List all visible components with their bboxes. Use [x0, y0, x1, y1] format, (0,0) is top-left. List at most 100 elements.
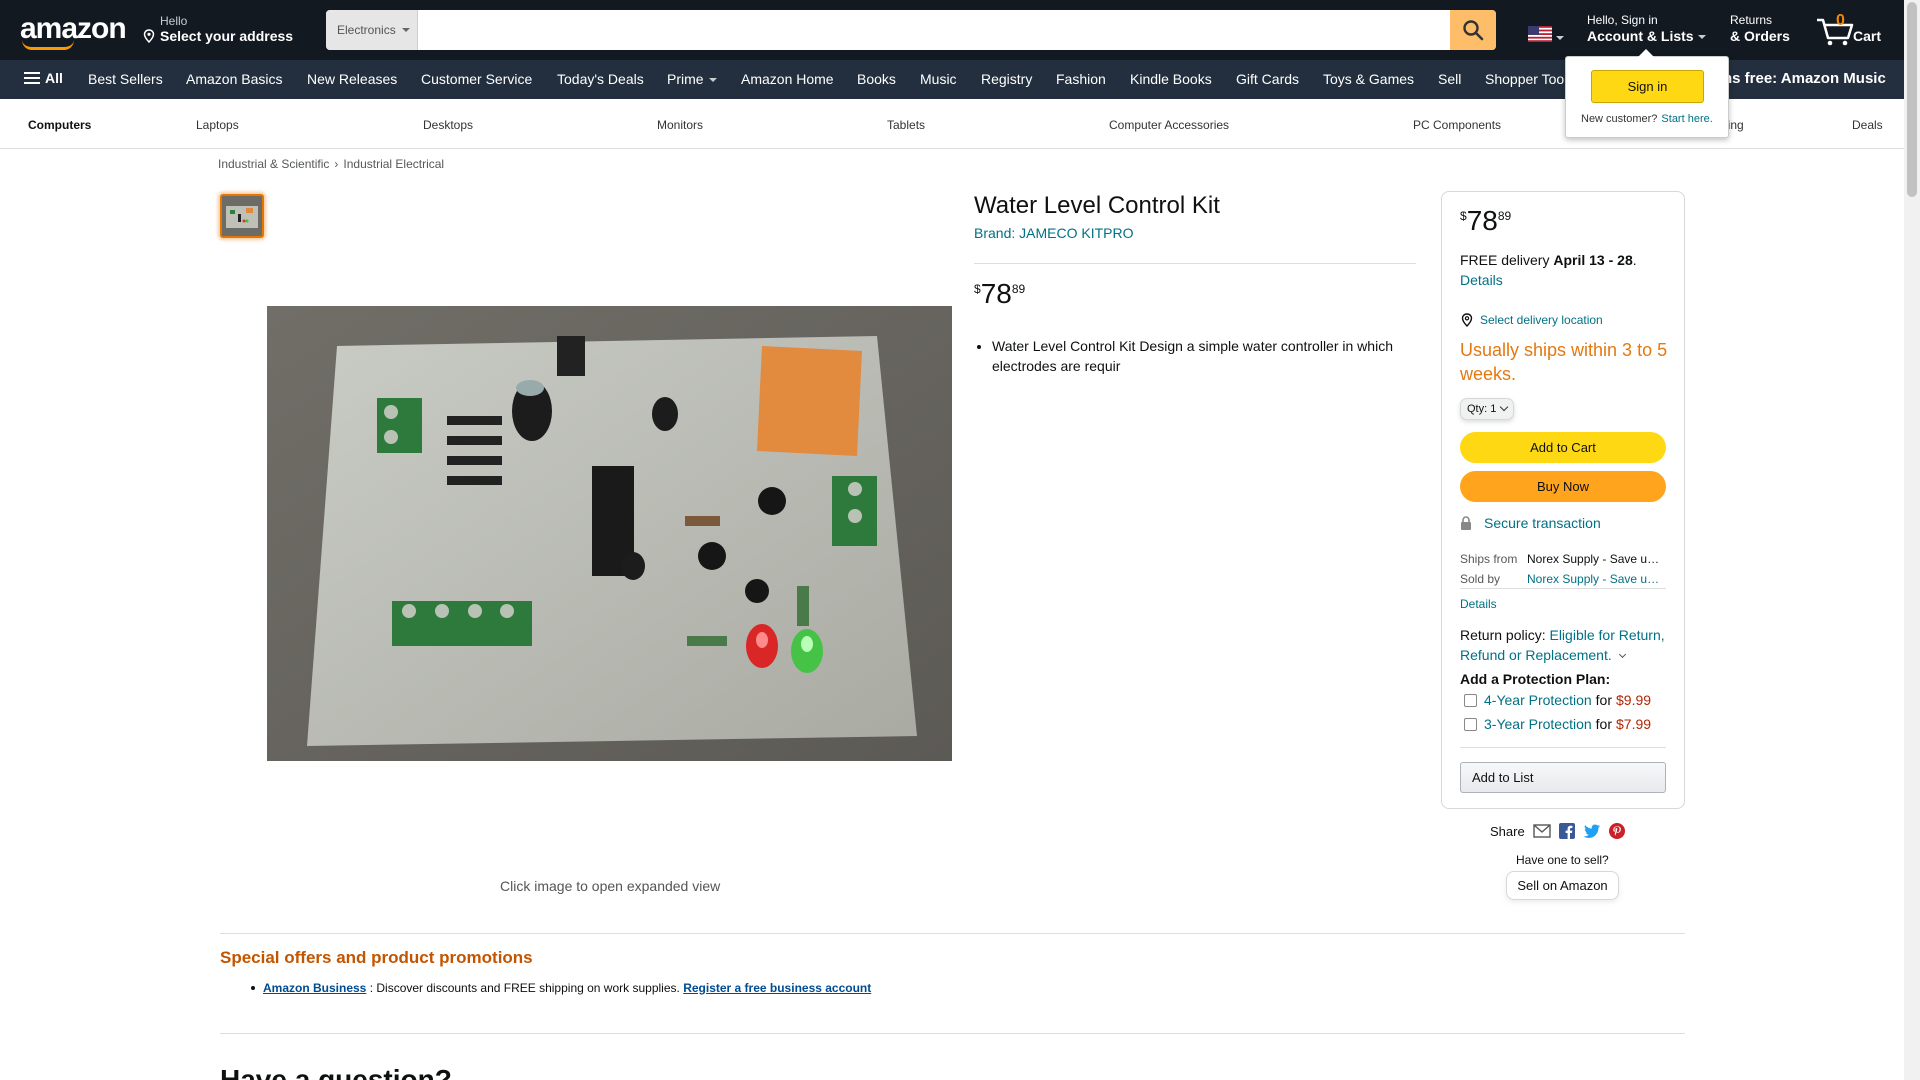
- pinterest-icon[interactable]: [1608, 823, 1625, 839]
- nav-shopper-tool[interactable]: Shopper Tool: [1485, 71, 1567, 87]
- delivery-suffix: .: [1632, 252, 1637, 268]
- sold-by-row: Sold by Norex Supply - Save up to 30%: [1460, 572, 1662, 586]
- availability-text: Usually ships within 3 to 5 weeks.: [1460, 340, 1668, 384]
- nav-toys-games[interactable]: Toys & Games: [1323, 71, 1414, 87]
- subnav-computers[interactable]: Computers: [28, 118, 91, 132]
- chevron-down-icon[interactable]: [1618, 650, 1626, 659]
- scrollbar-thumb[interactable]: [1907, 2, 1917, 197]
- deliver-small: Hello: [160, 14, 188, 28]
- facebook-icon[interactable]: [1558, 823, 1575, 839]
- sold-by-link[interactable]: Norex Supply - Save up to 30%: [1527, 572, 1662, 586]
- deliver-to[interactable]: Hello Select your address: [142, 14, 293, 45]
- image-thumbnail[interactable]: [220, 194, 264, 238]
- subnav-monitors[interactable]: Monitors: [657, 118, 703, 132]
- quantity-select[interactable]: Qty: 1: [1460, 398, 1515, 420]
- nav-best-sellers[interactable]: Best Sellers: [88, 71, 163, 87]
- us-flag-icon[interactable]: [1528, 26, 1552, 42]
- lock-icon: [1461, 516, 1471, 530]
- subnav-pc-components[interactable]: PC Components: [1413, 118, 1501, 132]
- amazon-business-link[interactable]: Amazon Business: [263, 981, 366, 995]
- account-lists[interactable]: Hello, Sign in Account & Lists: [1587, 13, 1706, 44]
- secure-transaction[interactable]: Secure transaction: [1460, 515, 1601, 531]
- twitter-icon[interactable]: [1583, 823, 1601, 839]
- brand-link[interactable]: Brand: JAMECO KITPRO: [974, 225, 1133, 241]
- nav-amazon-basics[interactable]: Amazon Basics: [186, 71, 282, 87]
- subnav-laptops[interactable]: Laptops: [196, 118, 239, 132]
- ships-from-row: Ships from Norex Supply - Save up to 30%: [1460, 552, 1662, 566]
- protection-checkbox[interactable]: [1464, 717, 1477, 731]
- breadcrumb-industrial-electrical[interactable]: Industrial Electrical: [343, 157, 444, 171]
- cart-button[interactable]: 0 Cart: [1815, 12, 1895, 48]
- add-to-cart-button[interactable]: Add to Cart: [1460, 432, 1666, 463]
- new-customer-label: New customer?: [1581, 113, 1658, 125]
- all-menu-button[interactable]: All: [24, 70, 63, 86]
- nav-books[interactable]: Books: [857, 71, 896, 87]
- image-hint: Click image to open expanded view: [500, 878, 721, 894]
- email-icon[interactable]: [1533, 824, 1551, 838]
- buy-now-button[interactable]: Buy Now: [1460, 471, 1666, 502]
- nav-music[interactable]: Music: [920, 71, 957, 87]
- secure-label: Secure transaction: [1484, 515, 1601, 531]
- add-to-list-button[interactable]: Add to List: [1460, 762, 1666, 793]
- buybox-price: $7889: [1460, 205, 1511, 237]
- nav-gift-cards[interactable]: Gift Cards: [1236, 71, 1299, 87]
- nav-new-releases[interactable]: New Releases: [307, 71, 397, 87]
- search-icon: [1463, 20, 1484, 41]
- subnav-computer-accessories[interactable]: Computer Accessories: [1109, 118, 1229, 132]
- price-dollars: 78: [980, 278, 1012, 309]
- breadcrumb-industrial-scientific[interactable]: Industrial & Scientific: [218, 157, 329, 171]
- select-location-label: Select delivery location: [1480, 313, 1603, 327]
- protection-price: $7.99: [1616, 716, 1652, 732]
- page-scrollbar[interactable]: [1904, 0, 1920, 1080]
- nav-prime[interactable]: Prime: [667, 71, 717, 87]
- protection-plan-link[interactable]: 3-Year Protection: [1484, 716, 1592, 732]
- nav-customer-service[interactable]: Customer Service: [421, 71, 532, 87]
- nav-promo-music[interactable]: ths free: Amazon Music: [1718, 70, 1886, 87]
- protection-for: for: [1595, 692, 1613, 708]
- promotion-text: : Discover discounts and FREE shipping o…: [366, 981, 684, 995]
- seller-details-link[interactable]: Details: [1460, 597, 1497, 611]
- delivery-details-link[interactable]: Details: [1460, 272, 1503, 288]
- register-business-link[interactable]: Register a free business account: [683, 981, 871, 995]
- chevron-down-icon: [401, 28, 410, 32]
- select-location-link[interactable]: Select delivery location: [1460, 313, 1603, 327]
- sold-by-label: Sold by: [1460, 572, 1501, 586]
- buybox-dollars: 78: [1466, 205, 1498, 236]
- search-category-select[interactable]: Electronics: [326, 10, 418, 50]
- nav-fashion[interactable]: Fashion: [1056, 71, 1106, 87]
- product-image[interactable]: [267, 306, 952, 761]
- start-here-link[interactable]: Start here.: [1661, 113, 1712, 125]
- protection-checkbox[interactable]: [1464, 693, 1477, 707]
- nav-amazon-home[interactable]: Amazon Home: [741, 71, 834, 87]
- search-input[interactable]: [418, 10, 1450, 50]
- divider: [220, 933, 1685, 934]
- nav-kindle-books[interactable]: Kindle Books: [1130, 71, 1212, 87]
- protection-plan-link[interactable]: 4-Year Protection: [1484, 692, 1592, 708]
- product-title: Water Level Control Kit: [974, 192, 1220, 219]
- ships-from-value: Norex Supply - Save up to 30%: [1527, 552, 1662, 566]
- signin-button[interactable]: Sign in: [1591, 70, 1704, 103]
- special-offers-title: Special offers and product promotions: [220, 948, 533, 967]
- sell-on-amazon-button[interactable]: Sell on Amazon: [1506, 871, 1619, 900]
- returns-orders[interactable]: Returns & Orders: [1730, 13, 1790, 44]
- nav-todays-deals[interactable]: Today's Deals: [557, 71, 644, 87]
- hamburger-icon: [24, 72, 40, 84]
- qty-value: 1: [1490, 403, 1497, 415]
- account-label: Account & Lists: [1587, 27, 1694, 44]
- subnav-tablets[interactable]: Tablets: [887, 118, 925, 132]
- subnav-desktops[interactable]: Desktops: [423, 118, 473, 132]
- protection-for: for: [1595, 716, 1613, 732]
- nav-registry[interactable]: Registry: [981, 71, 1032, 87]
- delivery-prefix: FREE delivery: [1460, 252, 1550, 268]
- share-label: Share: [1490, 823, 1525, 839]
- protection-price: $9.99: [1616, 692, 1652, 708]
- location-pin-icon: [143, 29, 155, 44]
- new-customer-text: New customer? Start here.: [1581, 113, 1713, 125]
- product-page: amazon Hello Select your address Electro…: [0, 0, 1920, 1080]
- subnav-deals[interactable]: Deals: [1852, 118, 1883, 132]
- questions-heading: Have a question?: [220, 1064, 452, 1080]
- search-button[interactable]: [1450, 10, 1496, 50]
- return-label: Return policy:: [1460, 627, 1546, 643]
- nav-sell[interactable]: Sell: [1438, 71, 1461, 87]
- breadcrumb: Industrial & Scientific › Industrial Elect…: [218, 157, 444, 171]
